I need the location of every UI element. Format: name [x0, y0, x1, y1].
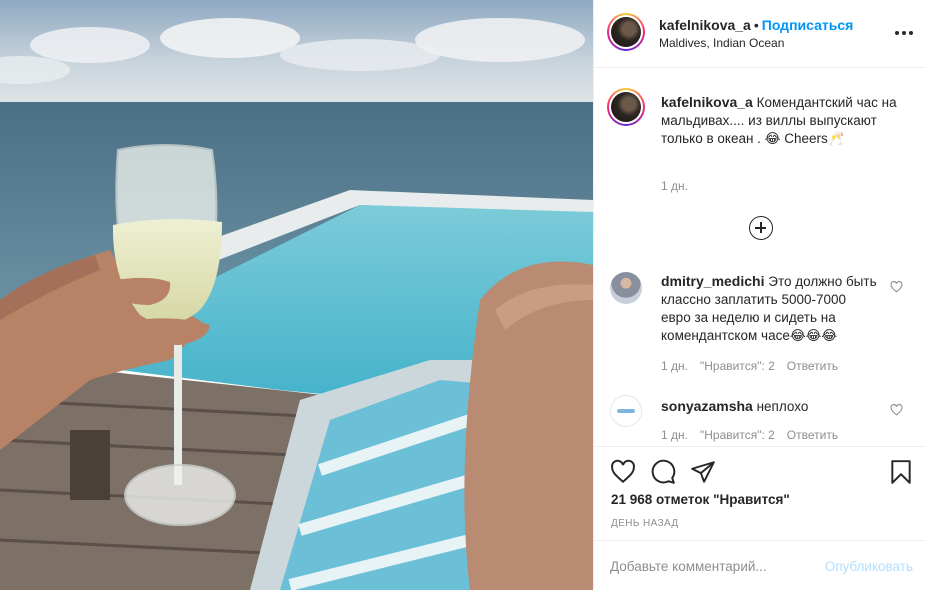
- comment-meta: 1 дн. "Нравится": 2 Ответить: [661, 428, 850, 442]
- post-header: kafelnikova_a • Подписаться Maldives, Indi…: [594, 0, 926, 68]
- likes-count[interactable]: 21 968 отметок "Нравится": [611, 492, 790, 507]
- comment-meta: 1 дн. "Нравится": 2 Ответить: [661, 359, 850, 373]
- load-more-comments-icon[interactable]: [749, 216, 773, 240]
- comment-time[interactable]: 1 дн.: [661, 428, 688, 442]
- post-date[interactable]: ДЕНЬ НАЗАД: [611, 518, 679, 529]
- comment-text-block: sonyazamsha неплохо: [661, 397, 879, 416]
- comment-likes[interactable]: "Нравится": 2: [700, 428, 775, 442]
- comment-text: неплохо: [756, 399, 809, 414]
- separator-dot: •: [753, 17, 759, 33]
- heart-icon[interactable]: [610, 459, 636, 485]
- author-username[interactable]: kafelnikova_a: [659, 17, 751, 33]
- caption-time[interactable]: 1 дн.: [661, 179, 688, 193]
- comment-input[interactable]: [610, 554, 810, 578]
- post-actions: 21 968 отметок "Нравится" ДЕНЬ НАЗАД: [594, 446, 926, 544]
- post-sidebar: kafelnikova_a • Подписаться Maldives, Indi…: [593, 0, 926, 590]
- reply-button[interactable]: Ответить: [787, 359, 838, 373]
- comment-username[interactable]: sonyazamsha: [661, 398, 753, 414]
- more-options-icon[interactable]: [895, 26, 913, 40]
- comment-like-icon[interactable]: [890, 281, 903, 293]
- publish-button[interactable]: Опубликовать: [825, 559, 913, 574]
- reply-button[interactable]: Ответить: [787, 428, 838, 442]
- caption-avatar[interactable]: [607, 88, 645, 126]
- follow-button[interactable]: Подписаться: [762, 17, 854, 33]
- post-photo[interactable]: [0, 0, 593, 590]
- author-avatar[interactable]: [607, 13, 645, 51]
- caption-text-block: kafelnikova_a Комендантский час на мальд…: [661, 93, 901, 148]
- comment-like-icon[interactable]: [890, 404, 903, 416]
- photo-image: [0, 0, 593, 590]
- caption-username[interactable]: kafelnikova_a: [661, 94, 753, 110]
- bookmark-icon[interactable]: [888, 459, 914, 485]
- share-icon[interactable]: [690, 459, 716, 485]
- comment-username[interactable]: dmitry_medichi: [661, 273, 764, 289]
- comment-time[interactable]: 1 дн.: [661, 359, 688, 373]
- post-location[interactable]: Maldives, Indian Ocean: [659, 36, 784, 50]
- commenter-avatar[interactable]: [610, 272, 642, 304]
- comments-list[interactable]: kafelnikova_a Комендантский час на мальд…: [594, 69, 926, 445]
- comment-likes[interactable]: "Нравится": 2: [700, 359, 775, 373]
- header-line: kafelnikova_a • Подписаться: [659, 17, 853, 33]
- commenter-avatar[interactable]: [610, 395, 642, 427]
- comment-text-block: dmitry_medichi Это должно быть классно з…: [661, 272, 879, 345]
- add-comment-bar: Опубликовать: [594, 540, 926, 590]
- comment-icon[interactable]: [650, 459, 676, 485]
